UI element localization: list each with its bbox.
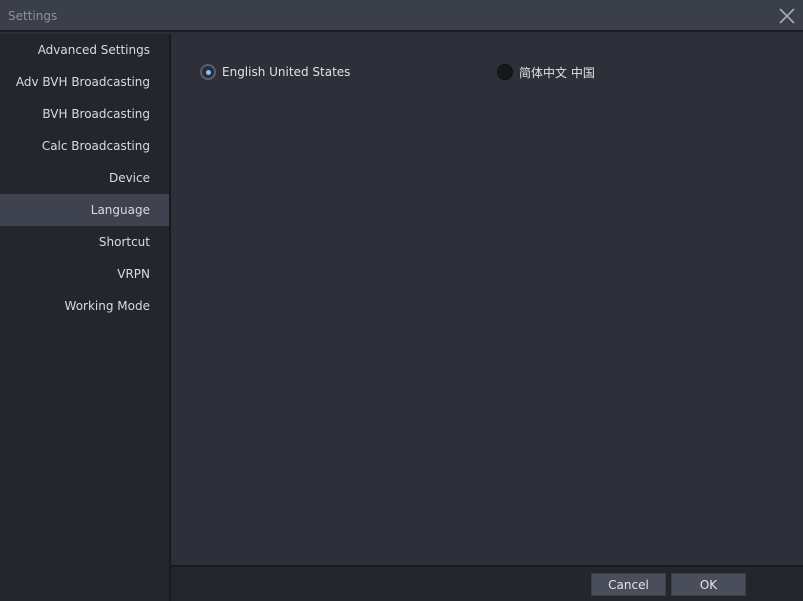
language-panel: English United States 简体中文 中国: [171, 34, 803, 565]
window-title: Settings: [8, 9, 58, 23]
sidebar-item-vrpn[interactable]: VRPN: [0, 258, 169, 290]
title-bar: Settings: [0, 0, 803, 32]
language-option-label: English United States: [222, 65, 351, 79]
sidebar-item-device[interactable]: Device: [0, 162, 169, 194]
radio-button-checked[interactable]: [200, 64, 216, 80]
settings-window: Settings Advanced Settings Adv BVH Broad…: [0, 0, 803, 601]
close-icon: [779, 8, 795, 24]
language-option-label: 简体中文 中国: [519, 65, 595, 80]
cancel-button[interactable]: Cancel: [591, 573, 666, 596]
dialog-footer: Cancel OK: [171, 565, 803, 601]
sidebar-item-bvh-broadcasting[interactable]: BVH Broadcasting: [0, 98, 169, 130]
settings-nav-list: Advanced Settings Adv BVH Broadcasting B…: [0, 34, 169, 322]
sidebar-item-advanced-settings[interactable]: Advanced Settings: [0, 34, 169, 66]
language-option-english[interactable]: English United States: [200, 63, 350, 81]
close-button[interactable]: [775, 4, 799, 28]
sidebar-item-adv-bvh-broadcasting[interactable]: Adv BVH Broadcasting: [0, 66, 169, 98]
language-option-chinese[interactable]: 简体中文 中国: [497, 63, 595, 81]
sidebar-item-calc-broadcasting[interactable]: Calc Broadcasting: [0, 130, 169, 162]
sidebar-item-language[interactable]: Language: [0, 194, 169, 226]
sidebar-item-working-mode[interactable]: Working Mode: [0, 290, 169, 322]
radio-button-unchecked[interactable]: [497, 64, 513, 80]
sidebar-item-shortcut[interactable]: Shortcut: [0, 226, 169, 258]
ok-button[interactable]: OK: [671, 573, 746, 596]
settings-sidebar: Advanced Settings Adv BVH Broadcasting B…: [0, 34, 171, 601]
